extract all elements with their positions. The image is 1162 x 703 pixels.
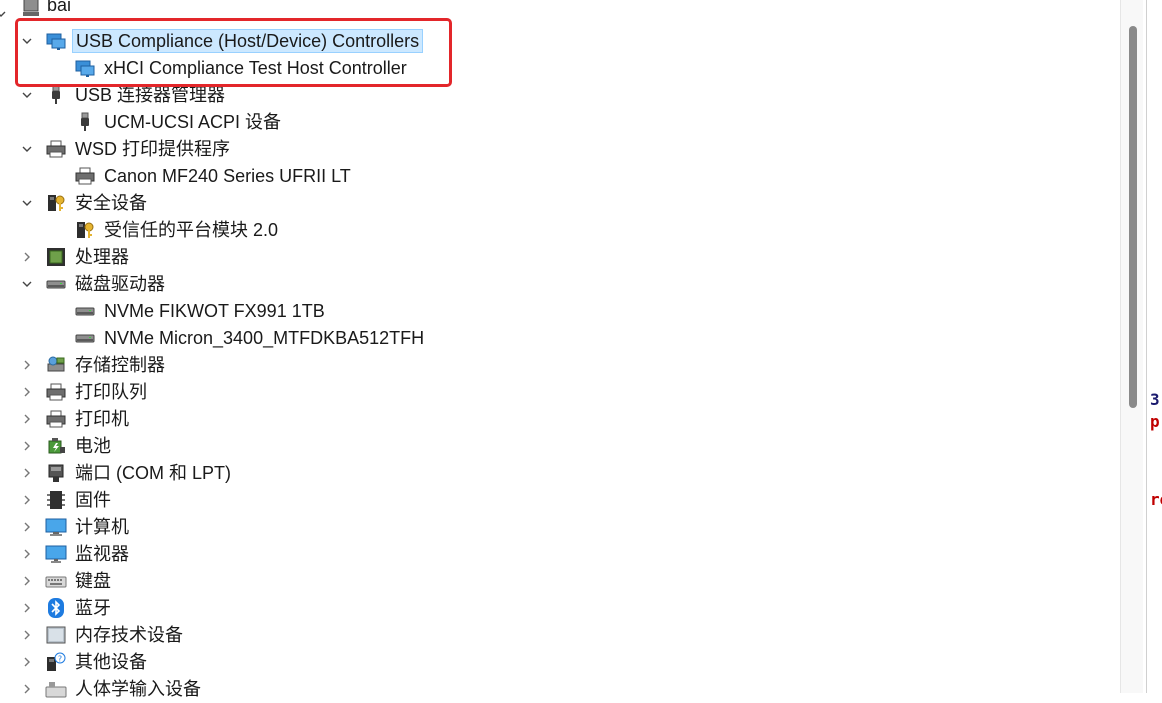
storage-controller-icon	[45, 354, 67, 376]
security-key-icon	[45, 192, 67, 214]
tree-item-label: 其他设备	[75, 652, 147, 672]
chevron-right-icon[interactable]	[20, 601, 34, 615]
chevron-down-icon[interactable]	[20, 196, 34, 210]
computer-icon	[45, 516, 67, 538]
bluetooth-icon	[45, 597, 67, 619]
tree-category-row[interactable]: 安全设备	[0, 190, 1100, 217]
chevron-right-icon[interactable]	[20, 412, 34, 426]
chevron-down-icon[interactable]	[20, 88, 34, 102]
chevron-right-icon[interactable]	[20, 385, 34, 399]
device-tree: bai USB Compliance (Host/Device) Controll…	[0, 0, 1120, 699]
computer-root-icon	[20, 0, 42, 19]
tree-item-label: 打印队列	[75, 382, 147, 402]
tree-item-label: 处理器	[75, 247, 129, 267]
security-key-icon	[74, 219, 96, 241]
tree-category-row[interactable]: ? 其他设备	[0, 649, 1100, 676]
chevron-right-icon[interactable]	[20, 520, 34, 534]
tree-item-label: 受信任的平台模块 2.0	[104, 220, 279, 240]
tree-root-label: bai	[47, 0, 72, 15]
tree-item-label: 打印机	[75, 409, 129, 429]
tree-category-row[interactable]: 蓝牙	[0, 595, 1100, 622]
tree-item-label: 蓝牙	[75, 598, 111, 618]
unknown-device-icon: ?	[45, 651, 67, 673]
disk-drive-icon	[74, 327, 96, 349]
tree-item-label: 键盘	[75, 571, 111, 591]
tree-category-row[interactable]: 处理器	[0, 244, 1100, 271]
usb-connector-icon	[74, 111, 96, 133]
chevron-down-icon[interactable]	[0, 7, 8, 21]
tree-item-label: 监视器	[75, 544, 129, 564]
disk-drive-icon	[74, 300, 96, 322]
disk-drive-icon	[45, 273, 67, 295]
tree-category-row[interactable]: 监视器	[0, 541, 1100, 568]
edge-text-fragment: re	[1150, 490, 1162, 509]
tree-item-label: 计算机	[75, 517, 129, 537]
tree-item-label: Canon MF240 Series UFRII LT	[104, 166, 351, 186]
tree-item-label: 端口 (COM 和 LPT)	[75, 463, 231, 483]
firmware-chip-icon	[45, 489, 67, 511]
cpu-icon	[45, 246, 67, 268]
edge-text-fragment: p	[1150, 412, 1160, 431]
chevron-right-icon[interactable]	[20, 547, 34, 561]
tree-device-row[interactable]: NVMe Micron_3400_MTFDKBA512TFH	[0, 325, 1100, 352]
usb-connector-icon	[45, 84, 67, 106]
tree-category-row[interactable]: 键盘	[0, 568, 1100, 595]
tree-item-label: 磁盘驱动器	[75, 274, 165, 294]
scrollbar-thumb[interactable]	[1129, 26, 1137, 408]
chevron-right-icon[interactable]	[20, 628, 34, 642]
chevron-right-icon[interactable]	[20, 682, 34, 696]
tree-category-row[interactable]: 内存技术设备	[0, 622, 1100, 649]
tree-category-row[interactable]: 计算机	[0, 514, 1100, 541]
tree-item-label: NVMe Micron_3400_MTFDKBA512TFH	[104, 328, 425, 348]
chevron-right-icon[interactable]	[20, 439, 34, 453]
printer-icon	[74, 165, 96, 187]
tree-category-row[interactable]: 存储控制器	[0, 352, 1100, 379]
printer-icon	[45, 138, 67, 160]
tree-category-row[interactable]: 人体学输入设备	[0, 676, 1100, 703]
tree-item-label: 内存技术设备	[75, 625, 183, 645]
tree-category-row[interactable]: WSD 打印提供程序	[0, 136, 1100, 163]
printer-icon	[45, 408, 67, 430]
tree-item-label: 安全设备	[75, 193, 147, 213]
chevron-down-icon[interactable]	[20, 277, 34, 291]
chevron-right-icon[interactable]	[20, 493, 34, 507]
tree-category-row[interactable]: 打印机	[0, 406, 1100, 433]
tree-category-row[interactable]: 端口 (COM 和 LPT)	[0, 460, 1100, 487]
tree-device-row[interactable]: 受信任的平台模块 2.0	[0, 217, 1100, 244]
chevron-right-icon[interactable]	[20, 250, 34, 264]
tree-device-row[interactable]: Canon MF240 Series UFRII LT	[0, 163, 1100, 190]
tree-item-label: NVMe FIKWOT FX991 1TB	[104, 301, 325, 321]
tree-category-row[interactable]: 打印队列	[0, 379, 1100, 406]
tree-device-row[interactable]: NVMe FIKWOT FX991 1TB	[0, 298, 1100, 325]
tree-category-row[interactable]: 磁盘驱动器	[0, 271, 1100, 298]
tree-item-label: WSD 打印提供程序	[75, 139, 230, 159]
monitor-icon	[45, 543, 67, 565]
battery-icon	[45, 435, 67, 457]
svg-text:?: ?	[58, 655, 62, 664]
memory-device-icon	[45, 624, 67, 646]
chevron-right-icon[interactable]	[20, 574, 34, 588]
tree-item-label: 存储控制器	[75, 355, 165, 375]
adjacent-window-edge	[1146, 0, 1162, 693]
tree-item-label: 人体学输入设备	[75, 679, 201, 699]
edge-text-fragment: 3(	[1150, 390, 1162, 409]
chevron-down-icon[interactable]	[20, 142, 34, 156]
hid-icon	[45, 678, 67, 700]
tree-device-row[interactable]: UCM-UCSI ACPI 设备	[0, 109, 1100, 136]
highlight-annotation-box	[15, 18, 452, 87]
chevron-right-icon[interactable]	[20, 466, 34, 480]
tree-category-row[interactable]: 固件	[0, 487, 1100, 514]
keyboard-icon	[45, 570, 67, 592]
tree-item-label: 固件	[75, 490, 111, 510]
chevron-right-icon[interactable]	[20, 655, 34, 669]
chevron-right-icon[interactable]	[20, 358, 34, 372]
tree-item-label: 电池	[75, 436, 111, 456]
printer-icon	[45, 381, 67, 403]
tree-item-label: UCM-UCSI ACPI 设备	[104, 112, 282, 132]
tree-category-row[interactable]: 电池	[0, 433, 1100, 460]
port-icon	[45, 462, 67, 484]
